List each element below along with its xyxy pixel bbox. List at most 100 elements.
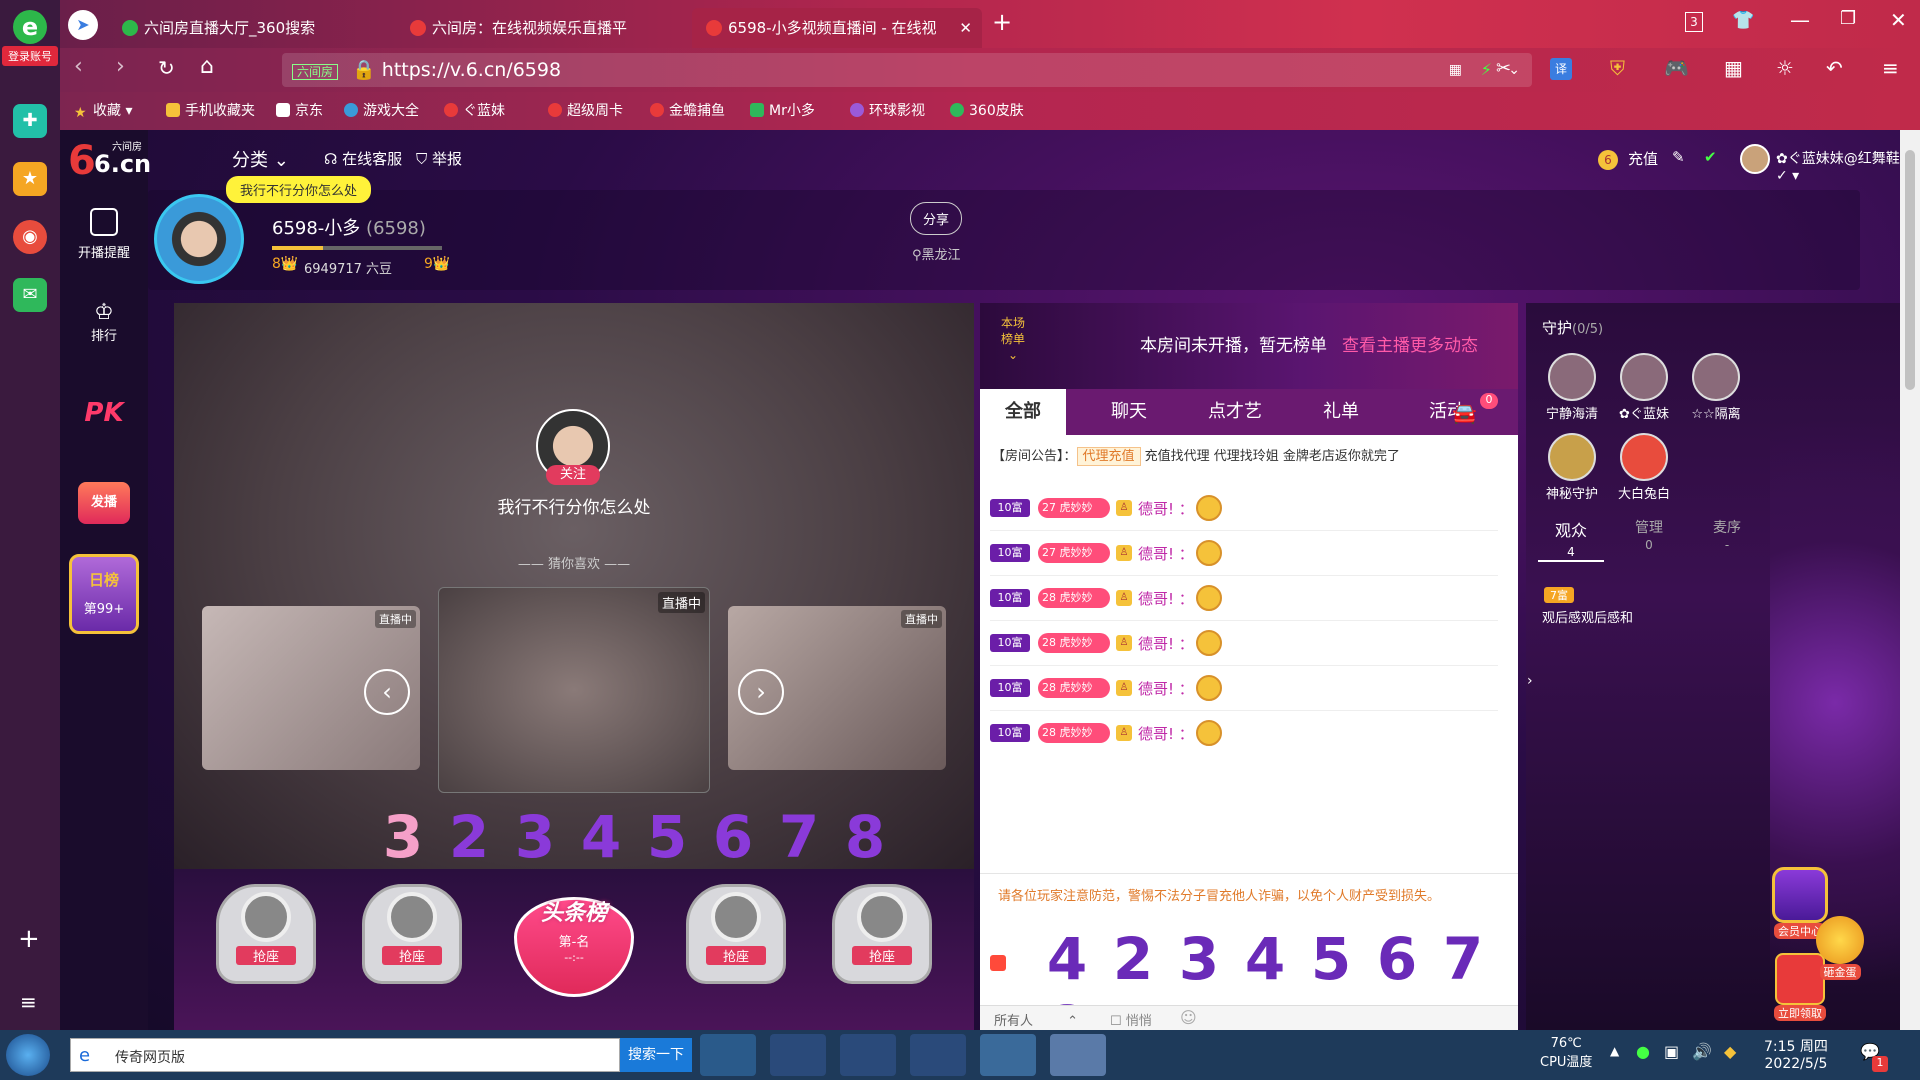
menu-list-icon[interactable]: ≡ [20,990,37,1014]
forward-icon[interactable]: › [116,54,125,79]
send-icon[interactable]: ➤ [68,10,98,40]
home-icon[interactable]: ⌂ [200,54,214,79]
whisper-checkbox[interactable]: ☐ 悄悄 [1110,1010,1152,1029]
grab-seat-button[interactable]: 抢座 [852,946,912,965]
car-icon[interactable]: 🚘 [1452,401,1477,425]
mail-icon[interactable]: ✉ [13,278,47,312]
page-scrollbar[interactable] [1900,130,1920,1030]
lightning-icon[interactable]: ⚡ [1481,53,1492,87]
k-app-icon[interactable] [700,1034,756,1076]
prev-arrow-icon[interactable]: ‹ [364,669,410,715]
guard-member[interactable]: 神秘守护 [1540,433,1604,502]
new-tab-icon[interactable]: + [992,8,1012,36]
emoji-picker-icon[interactable]: ☺ [1180,1008,1197,1027]
seat-3[interactable]: 抢座 [676,884,796,994]
login-button[interactable]: e 登录账号 [2,6,58,74]
360-browser-icon[interactable] [980,1034,1036,1076]
translate-icon[interactable]: 译 [1550,58,1572,80]
guard-member[interactable]: ✿ぐ蓝妹 [1612,353,1676,422]
bookmark-fishing[interactable]: 金蟾捕鱼 [650,92,725,130]
scrollbar-thumb[interactable] [1905,150,1915,390]
message-user[interactable]: 德哥! ： [1138,723,1194,744]
brightness-icon[interactable]: ☼ [1776,56,1794,80]
tab-gift-list[interactable]: 礼单 [1298,389,1384,435]
close-window-icon[interactable]: ✕ [1890,8,1907,32]
restore-icon[interactable]: ❐ [1840,8,1856,29]
game-icon[interactable]: 🎮 [1664,56,1689,80]
category-menu[interactable]: 分类 ⌄ [232,146,289,172]
ie-icon[interactable] [770,1034,826,1076]
golden-egg-button[interactable]: 砸金蛋 [1804,916,1876,980]
folder-icon[interactable] [910,1034,966,1076]
refresh-icon[interactable]: ↻ [158,56,175,80]
bookmark-weekly-card[interactable]: 超级周卡 [548,92,623,130]
scissors-icon[interactable]: ✂ [1496,58,1511,79]
recharge-link[interactable]: 充值 [1628,148,1658,169]
tray-360-icon[interactable]: ● [1636,1042,1650,1061]
report-link[interactable]: ⛉ 举报 [416,148,462,169]
seat-1[interactable]: 抢座 [206,884,326,994]
tab-chat[interactable]: 聊天 [1086,389,1172,435]
video-player[interactable]: 关注 我行不行分你怎么处 —— 猜你喜欢 —— 直播中 直播中 直播中 ‹ › … [174,303,974,869]
weibo-icon[interactable]: ◉ [13,220,47,254]
grid-icon[interactable]: ▦ [1724,56,1743,80]
message-user[interactable]: 德哥! ： [1138,498,1194,519]
site-logo[interactable]: 6 6.cn 六间房 [68,138,151,184]
tab-all[interactable]: 全部 [980,389,1066,435]
network-icon[interactable]: ▣ [1664,1042,1679,1061]
undo-icon[interactable]: ↶ [1826,56,1843,80]
message-user[interactable]: 德哥! ： [1138,543,1194,564]
tab-live-room[interactable]: 6598-小多视频直播间 - 在线视 ✕ [692,8,982,48]
online-service-link[interactable]: ☊ 在线客服 [324,148,402,169]
gift-icon[interactable] [990,955,1006,971]
bookmark-mobile[interactable]: 手机收藏夹 [166,92,255,130]
plus-cross-icon[interactable]: ✚ [13,104,47,138]
tab-6cn-home[interactable]: 六间房：在线视频娱乐直播平 [396,8,666,48]
volume-icon[interactable]: 🔊 [1692,1042,1712,1061]
shirt-icon[interactable]: 👕 [1732,10,1754,31]
bookmark-favorites[interactable]: ★ 收藏 ▾ [74,92,132,130]
message-user[interactable]: 德哥! ： [1138,588,1194,609]
bookmark-movies[interactable]: 环球影视 [850,92,925,130]
taskbar-search-button[interactable]: 搜索一下 [620,1038,692,1072]
taskbar-search-input[interactable]: e 传奇网页版 [70,1038,620,1072]
tab-admin[interactable]: 管理 0 [1616,517,1682,553]
notice-tag[interactable]: 代理充值 [1076,447,1141,466]
bookmark-lanmei[interactable]: ぐ蓝妹 [444,92,505,130]
minimize-icon[interactable]: — [1790,8,1810,32]
avatar[interactable] [1740,144,1770,174]
follow-button[interactable]: 关注 [546,465,600,485]
bookmark-skin[interactable]: 360皮肤 [950,92,1024,130]
tab-360-search[interactable]: 六间房直播大厅_360搜索 [108,8,378,48]
guard-member[interactable]: ☆☆隔离 [1684,353,1748,422]
share-button[interactable]: 分享 [910,202,963,235]
collapse-arrow-icon[interactable]: › [1527,673,1533,689]
headline-rank[interactable]: 头条榜 第-名 --:-- [504,873,644,1003]
streamer-avatar[interactable] [154,194,244,284]
rail-broadcast[interactable]: 发播 [60,482,148,524]
clock[interactable]: 7:15 周四 2022/5/5 [1764,1036,1828,1072]
bookmark-mrxiaoduo[interactable]: Mr小多 [750,92,815,130]
grab-seat-button[interactable]: 抢座 [706,946,766,965]
message-user[interactable]: 德哥! ： [1138,678,1194,699]
chrome-icon[interactable] [840,1034,896,1076]
grab-seat-button[interactable]: 抢座 [382,946,442,965]
edit-icon[interactable]: ✎ [1672,148,1685,166]
tab-audience[interactable]: 观众 4 [1538,517,1604,562]
start-button[interactable] [6,1034,50,1076]
rail-pk[interactable]: PK [60,398,148,428]
menu-icon[interactable]: ≡ [1882,56,1899,80]
tab-mic-queue[interactable]: 麦序 - [1694,517,1760,553]
more-updates-link[interactable]: 查看主播更多动态 [1342,331,1478,356]
game-app-icon[interactable] [1050,1034,1106,1076]
recommend-card[interactable]: 直播中 [438,587,710,793]
seat-4[interactable]: 抢座 [822,884,942,994]
close-tab-icon[interactable]: ✕ [959,8,972,48]
back-icon[interactable]: ‹ [74,54,83,79]
rank-title[interactable]: 本场榜单 ⌄ [996,315,1030,363]
tray-app-icon[interactable]: ◆ [1724,1042,1736,1061]
guard-member[interactable]: 宁静海清 [1540,353,1604,422]
bookmark-jd[interactable]: 京东 [276,92,323,130]
rail-start-reminder[interactable]: 开播提醒 [60,208,148,261]
shield-icon[interactable]: ⛨ [1610,56,1625,80]
